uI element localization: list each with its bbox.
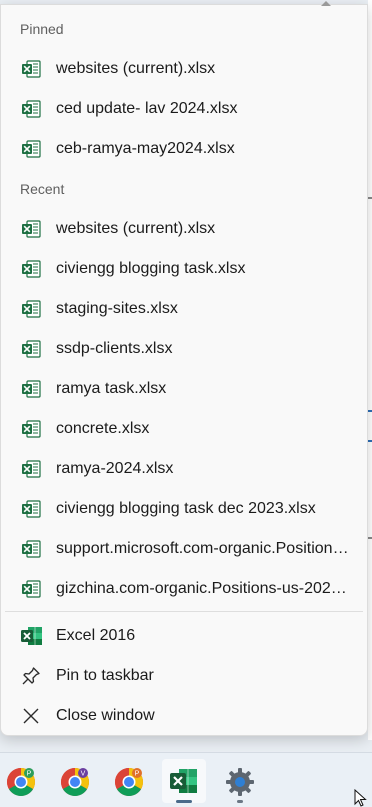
recent-item[interactable]: support.microsoft.com-organic.Positions-… (5, 529, 363, 569)
excel-file-icon (21, 339, 41, 359)
mouse-cursor-icon (354, 788, 368, 807)
pinned-item-label: ceb-ramya-may2024.xlsx (56, 140, 235, 157)
running-app-indicator (237, 800, 243, 803)
excel-file-icon (21, 379, 41, 399)
active-app-indicator (176, 800, 192, 803)
pinned-item-label: ced update- lav 2024.xlsx (56, 100, 238, 117)
recent-item-label: staging-sites.xlsx (56, 300, 178, 317)
recent-header: Recent (20, 181, 65, 197)
excel-file-icon (21, 99, 41, 119)
excel-jump-list: Pinned websites (current).xlsx ced updat… (0, 1, 368, 736)
excel-file-icon (21, 139, 41, 159)
recent-item[interactable]: ramya-2024.xlsx (5, 449, 363, 489)
pinned-item[interactable]: websites (current).xlsx (5, 49, 363, 89)
recent-item[interactable]: concrete.xlsx (5, 409, 363, 449)
taskbar: P V P (0, 752, 372, 807)
excel-file-icon (21, 259, 41, 279)
excel-file-icon (21, 499, 41, 519)
pinned-item-label: websites (current).xlsx (56, 60, 216, 77)
chrome-icon: P (6, 767, 36, 802)
open-excel-button[interactable]: Excel 2016 (5, 616, 363, 656)
excel-file-icon (21, 59, 41, 79)
recent-item-label: civiengg blogging task.xlsx (56, 260, 246, 277)
pin-icon (21, 666, 41, 686)
chrome-icon: P (114, 767, 144, 802)
recent-item[interactable]: ramya task.xlsx (5, 369, 363, 409)
excel-file-icon (21, 299, 41, 319)
close-icon (21, 706, 41, 726)
pinned-item[interactable]: ced update- lav 2024.xlsx (5, 89, 363, 129)
pin-to-taskbar-button[interactable]: Pin to taskbar (5, 656, 363, 696)
excel-file-icon (21, 579, 41, 599)
taskbar-chrome-profile-v[interactable]: V (54, 759, 98, 803)
jump-list-caret (321, 1, 331, 6)
taskbar-excel[interactable] (162, 759, 206, 803)
recent-item[interactable]: gizchina.com-organic.Positions-us-2024.x… (5, 569, 363, 609)
profile-badge-letter: P (27, 771, 32, 778)
recent-item-label: websites (current).xlsx (56, 220, 216, 237)
close-window-button[interactable]: Close window (5, 696, 363, 736)
recent-item[interactable]: websites (current).xlsx (5, 209, 363, 249)
recent-item[interactable]: civiengg blogging task.xlsx (5, 249, 363, 289)
taskbar-chrome-profile-p-green[interactable]: P (0, 759, 44, 803)
profile-badge-letter: V (81, 771, 86, 778)
recent-item[interactable]: civiengg blogging task dec 2023.xlsx (5, 489, 363, 529)
recent-item-label: support.microsoft.com-organic.Positions-… (56, 540, 353, 557)
recent-item-label: gizchina.com-organic.Positions-us-2024.x… (56, 580, 353, 597)
recent-item-label: civiengg blogging task dec 2023.xlsx (56, 500, 316, 517)
recent-item-label: ssdp-clients.xlsx (56, 340, 173, 357)
excel-file-icon (21, 539, 41, 559)
divider (5, 611, 363, 612)
recent-item-label: ramya-2024.xlsx (56, 460, 174, 477)
open-excel-label: Excel 2016 (56, 627, 136, 644)
recent-item[interactable]: ssdp-clients.xlsx (5, 329, 363, 369)
taskbar-settings[interactable] (218, 759, 262, 803)
excel-app-icon (21, 626, 42, 646)
recent-item-label: ramya task.xlsx (56, 380, 167, 397)
pinned-header: Pinned (20, 21, 64, 37)
pinned-item[interactable]: ceb-ramya-may2024.xlsx (5, 129, 363, 169)
excel-file-icon (21, 419, 41, 439)
recent-item-label: concrete.xlsx (56, 420, 150, 437)
close-window-label: Close window (56, 707, 155, 724)
gear-icon (225, 767, 255, 802)
taskbar-chrome-profile-p-orange[interactable]: P (108, 759, 152, 803)
excel-app-icon (170, 768, 198, 799)
recent-item[interactable]: staging-sites.xlsx (5, 289, 363, 329)
excel-file-icon (21, 459, 41, 479)
background-window-edge (368, 0, 372, 740)
profile-badge-letter: P (135, 771, 140, 778)
pin-to-taskbar-label: Pin to taskbar (56, 667, 154, 684)
excel-file-icon (21, 219, 41, 239)
chrome-icon: V (60, 767, 90, 802)
